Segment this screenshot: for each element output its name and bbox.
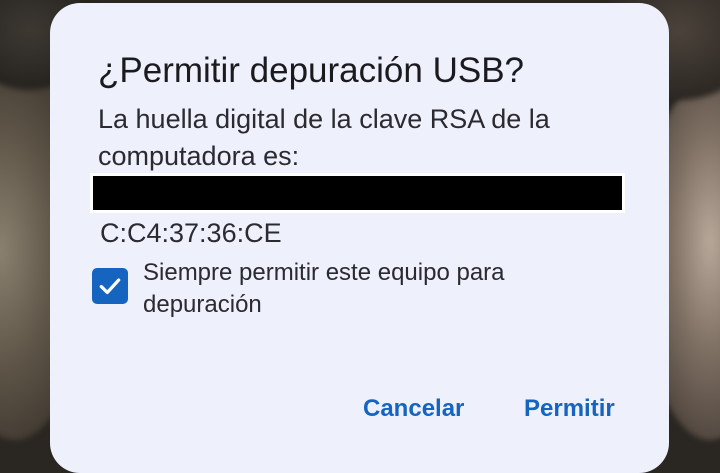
always-allow-checkbox[interactable] bbox=[92, 268, 128, 304]
allow-button[interactable]: Permitir bbox=[524, 393, 615, 425]
checkmark-icon bbox=[99, 278, 121, 295]
cancel-button[interactable]: Cancelar bbox=[363, 393, 464, 425]
always-allow-label[interactable]: Siempre permitir este equipo para depura… bbox=[143, 257, 583, 321]
dialog-message: La huella digital de la clave RSA de la … bbox=[98, 104, 550, 171]
fingerprint-redaction-bar bbox=[90, 173, 625, 213]
fingerprint-text: C:C4:37:36:CE bbox=[100, 218, 282, 248]
usb-debugging-dialog: ¿Permitir depuración USB? La huella digi… bbox=[50, 3, 669, 473]
dialog-title: ¿Permitir depuración USB? bbox=[98, 51, 524, 90]
